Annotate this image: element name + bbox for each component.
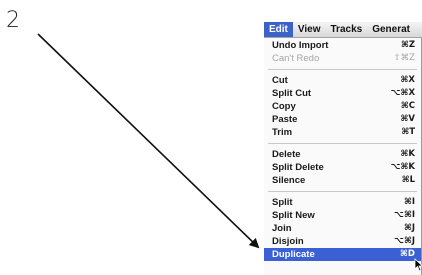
menubar-item-tracks[interactable]: Tracks [326, 22, 368, 37]
menu-item-split-cut[interactable]: Split Cut ⌥⌘X [264, 87, 421, 100]
menu-item-shortcut: ⌥⌘I [394, 210, 415, 220]
menu-item-label: Join [272, 223, 292, 234]
menu-item-split-new[interactable]: Split New ⌥⌘I [264, 209, 421, 222]
menu-item-shortcut: ⌘C [400, 101, 415, 111]
menu-item-shortcut: ⌘X [400, 75, 415, 85]
menu-item-shortcut: ⌘Z [400, 40, 415, 50]
menu-item-label: Copy [272, 101, 296, 112]
menubar-item-edit[interactable]: Edit [264, 22, 293, 37]
menu-item-paste[interactable]: Paste ⌘V [264, 113, 421, 126]
mouse-pointer-icon [414, 258, 422, 272]
menu-item-shortcut: ⌥⌘X [390, 88, 415, 98]
menubar-item-view[interactable]: View [293, 22, 326, 37]
edit-menu-panel: Edit View Tracks Generat Undo Import ⌘Z Can't… [264, 22, 422, 275]
menu-item-undo-import[interactable]: Undo Import ⌘Z [264, 39, 421, 52]
menu-separator [268, 69, 417, 70]
menu-item-shortcut: ⌥⌘J [394, 236, 415, 246]
menu-item-label: Delete [272, 149, 301, 160]
menu-item-shortcut: ⌘K [400, 149, 415, 159]
menu-item-cut[interactable]: Cut ⌘X [264, 74, 421, 87]
menu-item-label: Split Delete [272, 162, 324, 173]
menu-item-can-t-redo: Can't Redo ⇧⌘Z [264, 52, 421, 65]
menu-item-split[interactable]: Split ⌘I [264, 196, 421, 209]
menu-item-shortcut: ⌘V [400, 114, 415, 124]
menu-bar: Edit View Tracks Generat [264, 22, 422, 38]
menu-separator [268, 191, 417, 192]
menu-item-shortcut: ⌘T [401, 127, 415, 137]
menu-item-label: Split [272, 197, 293, 208]
step-number: 2 [6, 8, 20, 33]
menu-item-label: Duplicate [272, 249, 315, 260]
menu-item-trim[interactable]: Trim ⌘T [264, 126, 421, 139]
menu-item-duplicate[interactable]: Duplicate ⌘D [264, 248, 421, 261]
menu-item-copy[interactable]: Copy ⌘C [264, 100, 421, 113]
menu-item-label: Trim [272, 127, 293, 138]
menu-item-shortcut: ⌘D [400, 249, 415, 259]
menu-item-label: Cut [272, 75, 288, 86]
menu-item-shortcut: ⌘L [401, 175, 415, 185]
menu-item-shortcut: ⇧⌘Z [393, 53, 415, 63]
menu-item-label: Can't Redo [272, 53, 320, 64]
menu-item-label: Silence [272, 175, 306, 186]
menu-item-label: Disjoin [272, 236, 304, 247]
menu-item-disjoin[interactable]: Disjoin ⌥⌘J [264, 235, 421, 248]
menu-item-shortcut: ⌘J [403, 223, 415, 233]
menu-item-label: Undo Import [272, 40, 329, 51]
menu-item-silence[interactable]: Silence ⌘L [264, 174, 421, 187]
edit-dropdown-menu: Undo Import ⌘Z Can't Redo ⇧⌘Z Cut ⌘X Split Cut… [264, 38, 422, 275]
menu-item-label: Paste [272, 114, 298, 125]
menubar-item-generat[interactable]: Generat [367, 22, 415, 37]
menu-separator [268, 143, 417, 144]
menu-item-label: Split Cut [272, 88, 312, 99]
menu-item-delete[interactable]: Delete ⌘K [264, 148, 421, 161]
menu-item-join[interactable]: Join ⌘J [264, 222, 421, 235]
menu-item-split-delete[interactable]: Split Delete ⌥⌘K [264, 161, 421, 174]
menu-item-label: Split New [272, 210, 315, 221]
menu-item-shortcut: ⌥⌘K [390, 162, 415, 172]
menu-item-shortcut: ⌘I [403, 197, 415, 207]
